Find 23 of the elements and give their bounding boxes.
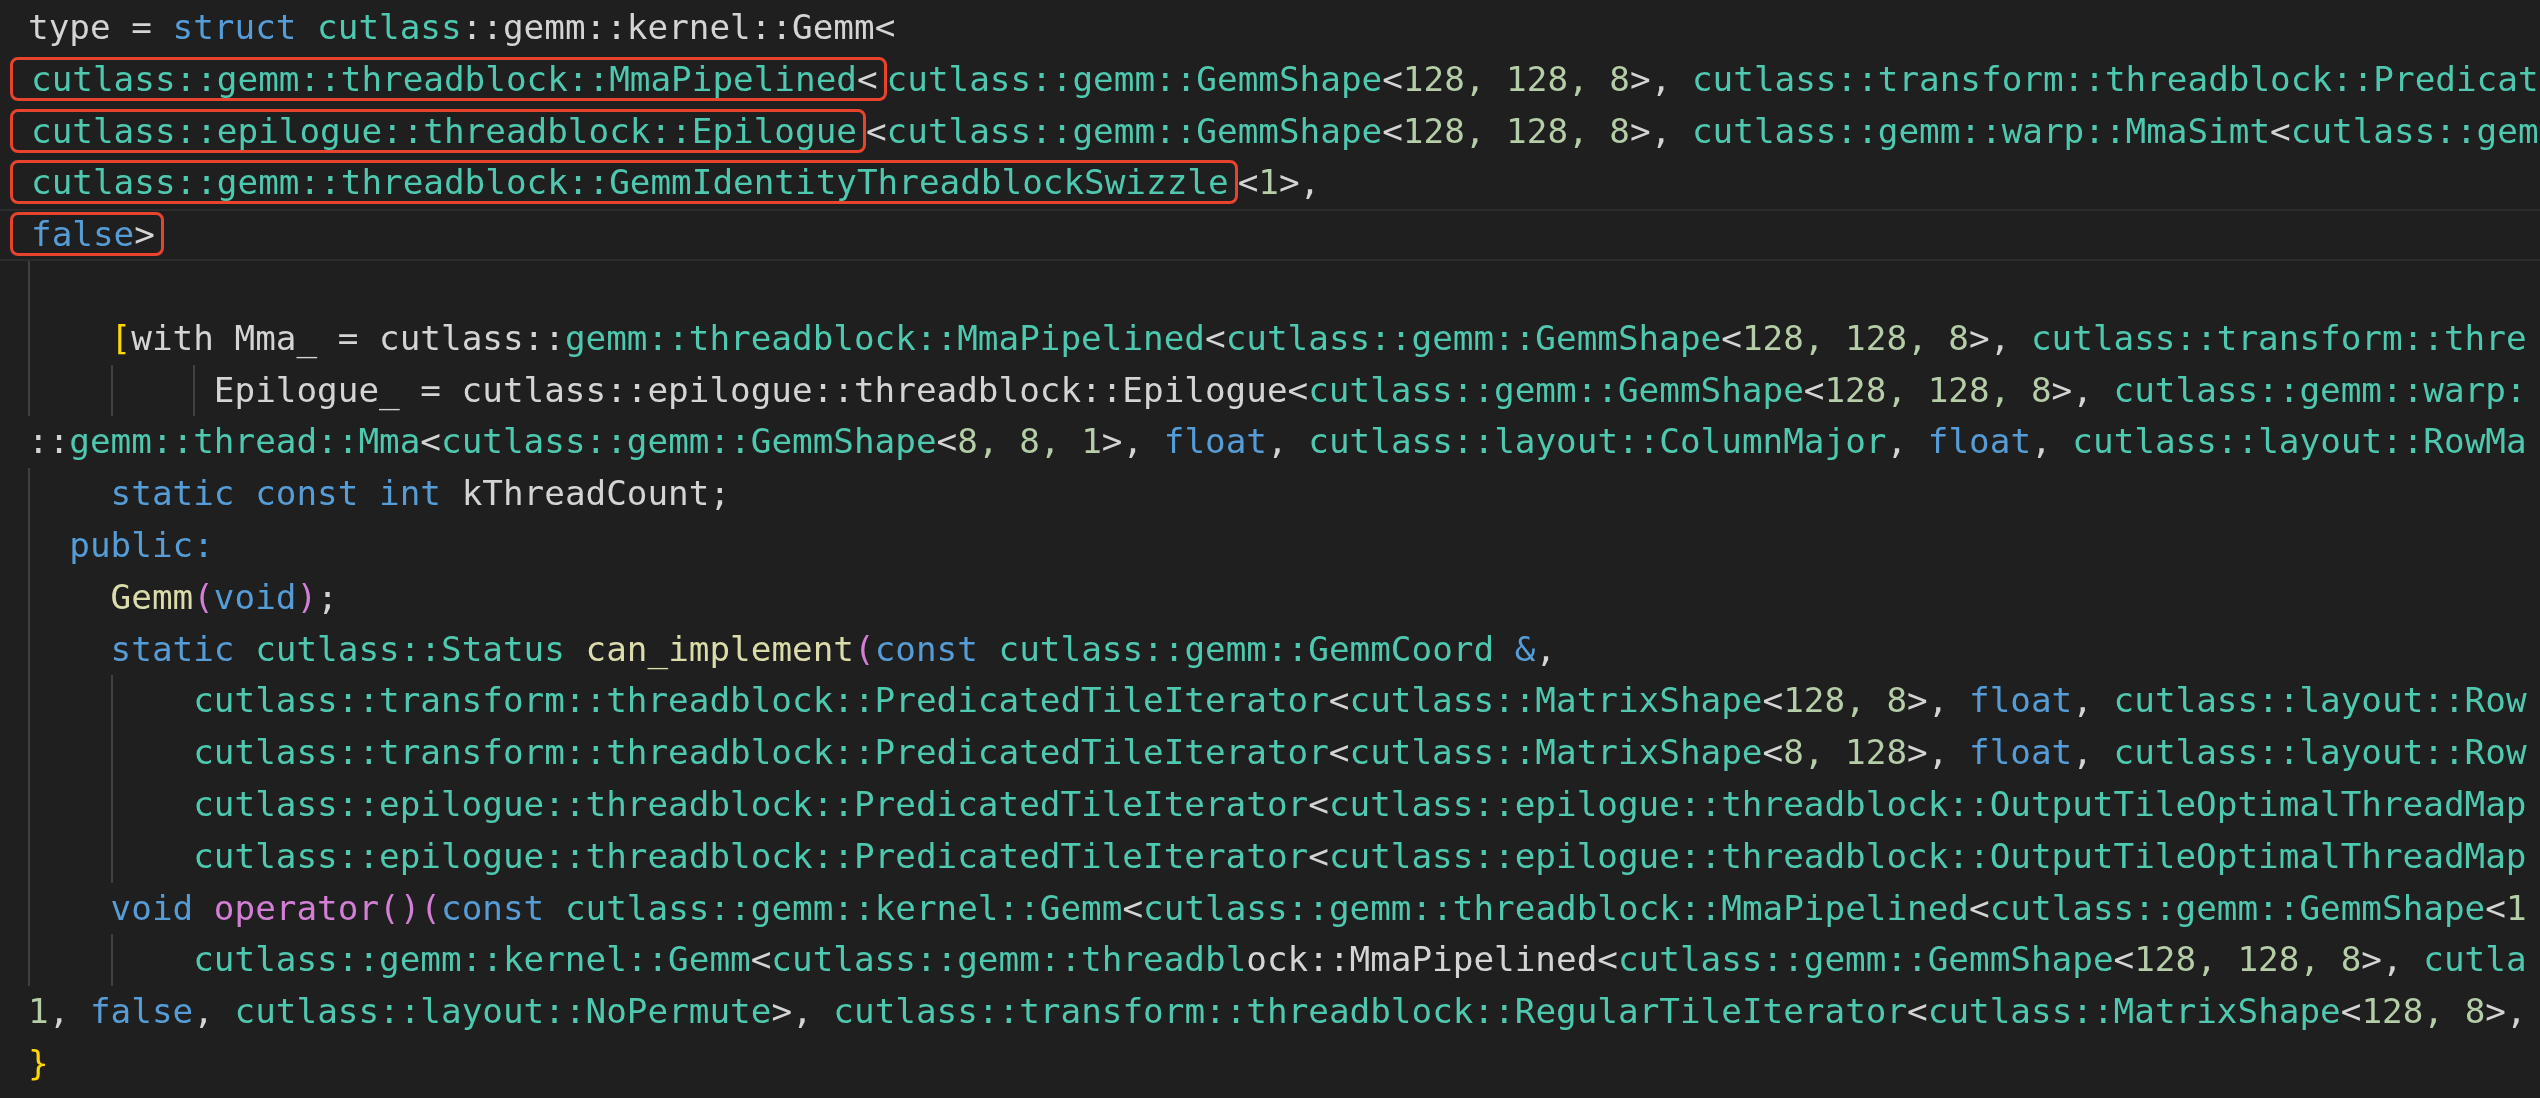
- code-line: Gemm(void);: [28, 571, 338, 624]
- code-line: [with Mma_ = cutlass::gemm::threadblock::MmaPipelined<cutlass::gemm::GemmShape<128, 128, 8>, cutlass::transform::thre: [28, 312, 2527, 365]
- annotation-box: cutlass::gemm::threadblock::GemmIdentityThreadblockSwizzle: [10, 160, 1238, 205]
- annotation-box: cutlass::epilogue::threadblock::Epilogue: [10, 108, 866, 153]
- code-line: cutlass::gemm::kernel::Gemm<cutlass::gemm::threadblock::MmaPipelined<cutlass::gemm::GemmShape<128, 128, 8>, cutla: [28, 934, 2527, 987]
- annotation-box: cutlass::gemm::threadblock::MmaPipelined<: [10, 56, 887, 101]
- code-line: ::gemm::thread::Mma<cutlass::gemm::GemmShape<8, 8, 1>, float, cutlass::layout::ColumnMajor, float, cutlass::layout::RowMa: [28, 420, 2527, 464]
- code-line: }: [28, 1041, 49, 1085]
- code-line: 1, false, cutlass::layout::NoPermute>, cutlass::transform::threadblock::RegularTileIterator<cutlass::MatrixShape<128, 8>,: [28, 990, 2527, 1034]
- code-line: cutlass::transform::threadblock::PredicatedTileIterator<cutlass::MatrixShape<8, 128>, float, cutlass::layout::Row: [28, 727, 2527, 779]
- code-line: static const int kThreadCount;: [28, 468, 731, 520]
- code-line: void operator()(const cutlass::gemm::kernel::Gemm<cutlass::gemm::threadblock::MmaPipelined<cutlass::gemm::GemmShape<1: [28, 882, 2527, 935]
- code-line: type = struct cutlass::gemm::kernel::Gemm<: [28, 6, 896, 49]
- code-line: static cutlass::Status can_implement(const cutlass::gemm::GemmCoord &,: [28, 623, 1557, 676]
- code-line: cutlass::transform::threadblock::PredicatedTileIterator<cutlass::MatrixShape<128, 8>, float, cutlass::layout::Row: [28, 675, 2527, 728]
- code-line: cutlass::epilogue::threadblock::PredicatedTileIterator<cutlass::epilogue::threadblock::OutputTileOptimalThreadMap: [28, 778, 2527, 831]
- code-line: Epilogue_ = cutlass::epilogue::threadblock::Epilogue<cutlass::gemm::GemmShape<128, 128, 8>, cutlass::gemm::warp:: [28, 364, 2527, 417]
- code-text: <1>,: [1237, 162, 1321, 203]
- code-text: <cutlass::gemm::GemmShape<128, 128, 8>, cutlass::gemm::warp::MmaSimt<cutlass::gem: [865, 110, 2539, 151]
- code-line: public:: [28, 519, 214, 572]
- annotation-box: false>: [10, 212, 164, 257]
- code-text: cutlass::gemm::GemmShape<128, 128, 8>, cutlass::transform::threadblock::Predicat: [886, 58, 2539, 99]
- code-line: cutlass::epilogue::threadblock::PredicatedTileIterator<cutlass::epilogue::threadblock::OutputTileOptimalThreadMap: [28, 830, 2527, 883]
